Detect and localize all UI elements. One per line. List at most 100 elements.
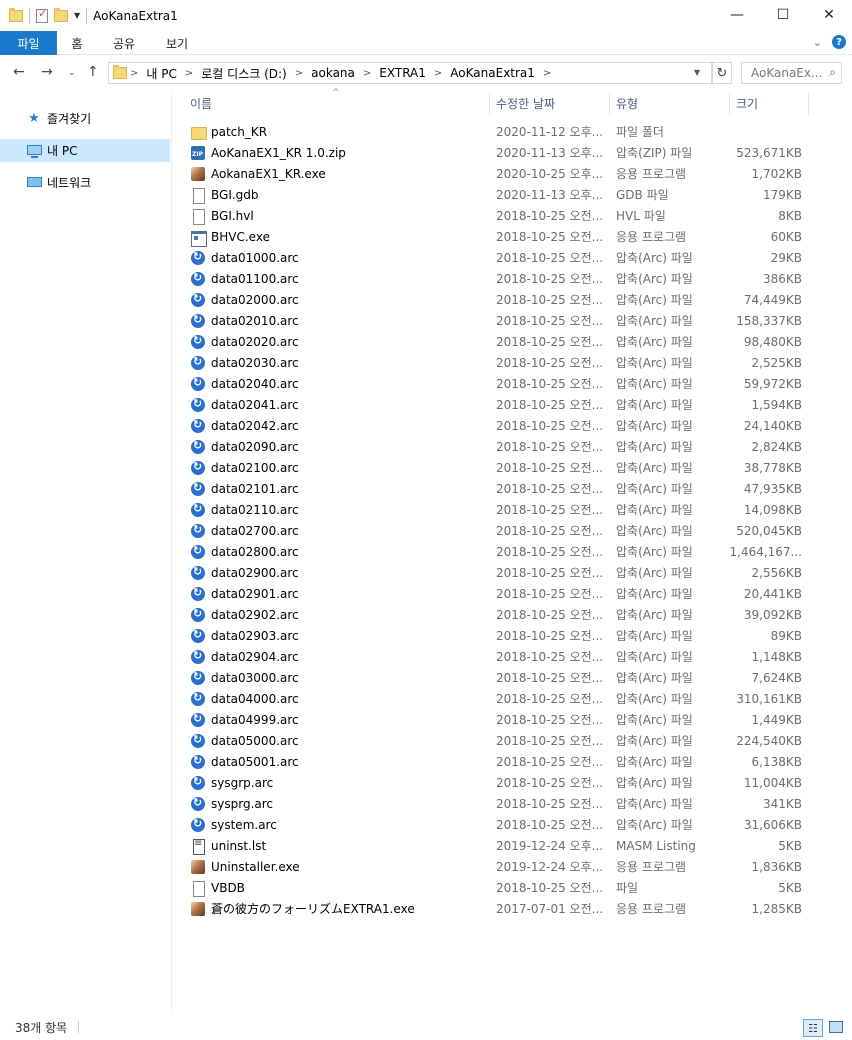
file-name: VBDB (211, 880, 245, 895)
file-row[interactable]: uninst.lst 2019-12-24 오후... MASM Listing 5K… (185, 835, 835, 856)
tab-file[interactable]: 파일 (0, 31, 57, 55)
file-name: AoKanaEX1_KR 1.0.zip (211, 145, 346, 160)
file-row[interactable]: data04000.arc 2018-10-25 오전... 압축(Arc) 파일 3… (185, 688, 835, 709)
file-row[interactable]: BGI.hvl 2018-10-25 오전... HVL 파일 8KB (185, 205, 835, 226)
breadcrumb-aokana[interactable]: aokana (311, 66, 355, 80)
chevron-right-icon[interactable]: > (130, 68, 138, 79)
breadcrumb-my-pc[interactable]: 내 PC (146, 65, 176, 82)
details-view-button[interactable]: ☷ (803, 1019, 823, 1037)
file-row[interactable]: data02110.arc 2018-10-25 오전... 압축(Arc) 파일 1… (185, 499, 835, 520)
file-row[interactable]: data02903.arc 2018-10-25 오전... 압축(Arc) 파일 8… (185, 625, 835, 646)
file-row[interactable]: data02040.arc 2018-10-25 오전... 압축(Arc) 파일 5… (185, 373, 835, 394)
file-row[interactable]: data02700.arc 2018-10-25 오전... 압축(Arc) 파일 5… (185, 520, 835, 541)
file-row[interactable]: data04999.arc 2018-10-25 오전... 압축(Arc) 파일 1… (185, 709, 835, 730)
status-divider (78, 1021, 79, 1033)
file-row[interactable]: data02090.arc 2018-10-25 오전... 압축(Arc) 파일 2… (185, 436, 835, 457)
address-bar[interactable]: > 내 PC > 로컬 디스크 (D:) > aokana > EXTRA1 >… (108, 62, 712, 84)
column-divider[interactable] (808, 93, 809, 115)
file-row[interactable]: data02101.arc 2018-10-25 오전... 압축(Arc) 파일 4… (185, 478, 835, 499)
breadcrumb-extra1[interactable]: EXTRA1 (379, 66, 426, 80)
file-size: 224,540KB (736, 733, 802, 748)
chevron-right-icon[interactable]: > (363, 68, 371, 79)
file-name: data02020.arc (211, 334, 299, 349)
file-name: data04999.arc (211, 712, 299, 727)
file-name: data02901.arc (211, 586, 299, 601)
refresh-button[interactable]: ↻ (712, 62, 732, 84)
arc-archive-icon (190, 523, 206, 539)
help-icon[interactable]: ? (832, 35, 846, 49)
file-date: 2020-11-13 오후... (496, 146, 604, 160)
file-row[interactable]: system.arc 2018-10-25 오전... 압축(Arc) 파일 31,6… (185, 814, 835, 835)
file-row[interactable]: data03000.arc 2018-10-25 오전... 압축(Arc) 파일 7… (185, 667, 835, 688)
column-header-name[interactable]: 이름 (190, 91, 212, 115)
file-name-cell: data02090.arc (190, 436, 299, 457)
file-row[interactable]: data02902.arc 2018-10-25 오전... 압축(Arc) 파일 3… (185, 604, 835, 625)
maximize-button[interactable]: ☐ (760, 0, 806, 30)
file-row[interactable]: data02042.arc 2018-10-25 오전... 압축(Arc) 파일 2… (185, 415, 835, 436)
file-row[interactable]: data02020.arc 2018-10-25 오전... 압축(Arc) 파일 9… (185, 331, 835, 352)
column-divider[interactable] (489, 93, 490, 115)
nav-item-network[interactable]: 네트워크 (0, 171, 170, 194)
file-row[interactable]: BGI.gdb 2020-11-13 오후... GDB 파일 179KB (185, 184, 835, 205)
chevron-right-icon[interactable]: > (543, 68, 551, 79)
column-header-date[interactable]: 수정한 날짜 (496, 91, 555, 115)
tab-home[interactable]: 홈 (57, 31, 97, 55)
nav-item-favorites[interactable]: ★ 즐겨찾기 (0, 107, 170, 130)
file-row[interactable]: patch_KR 2020-11-12 오후... 파일 폴더 (185, 121, 835, 142)
file-row[interactable]: data02030.arc 2018-10-25 오전... 압축(Arc) 파일 2… (185, 352, 835, 373)
column-header-type[interactable]: 유형 (616, 91, 638, 115)
recent-locations-chevron-icon[interactable]: ⌄ (68, 68, 76, 78)
file-row[interactable]: data02900.arc 2018-10-25 오전... 압축(Arc) 파일 2… (185, 562, 835, 583)
chevron-right-icon[interactable]: > (434, 68, 442, 79)
close-button[interactable]: ✕ (806, 0, 852, 30)
file-size: 60KB (770, 229, 802, 244)
folder-icon[interactable] (9, 7, 23, 22)
file-row[interactable]: data05000.arc 2018-10-25 오전... 압축(Arc) 파일 2… (185, 730, 835, 751)
file-row[interactable]: data05001.arc 2018-10-25 오전... 압축(Arc) 파일 6… (185, 751, 835, 772)
file-row[interactable]: data01100.arc 2018-10-25 오전... 압축(Arc) 파일 3… (185, 268, 835, 289)
search-input[interactable]: AoKanaEx... ⌕ (741, 62, 842, 84)
back-arrow-icon[interactable]: ← (13, 64, 25, 80)
file-row[interactable]: 蒼の彼方のフォーリズムEXTRA1.exe 2017-07-01 오전... 응용 … (185, 898, 835, 919)
customize-toolbar-icon[interactable]: ▼ (74, 11, 80, 20)
column-divider[interactable] (729, 93, 730, 115)
file-row[interactable]: VBDB 2018-10-25 오전... 파일 5KB (185, 877, 835, 898)
file-row[interactable]: sysgrp.arc 2018-10-25 오전... 압축(Arc) 파일 11,0… (185, 772, 835, 793)
file-row[interactable]: data02041.arc 2018-10-25 오전... 압축(Arc) 파일 1… (185, 394, 835, 415)
nav-item-my-pc[interactable]: 내 PC (0, 139, 170, 162)
file-row[interactable]: BHVC.exe 2018-10-25 오전... 응용 프로그램 60KB (185, 226, 835, 247)
file-type: 압축(Arc) 파일 (616, 797, 693, 811)
chevron-right-icon[interactable]: > (185, 68, 193, 79)
file-row[interactable]: data02010.arc 2018-10-25 오전... 압축(Arc) 파일 1… (185, 310, 835, 331)
minimize-button[interactable]: — (714, 0, 760, 30)
arc-archive-icon (190, 649, 206, 665)
file-row[interactable]: Uninstaller.exe 2019-12-24 오후... 응용 프로그램 1,… (185, 856, 835, 877)
properties-icon[interactable] (36, 7, 48, 23)
column-divider[interactable] (609, 93, 610, 115)
large-icons-view-button[interactable] (828, 1019, 844, 1035)
file-name: data02110.arc (211, 502, 299, 517)
file-row[interactable]: sysprg.arc 2018-10-25 오전... 압축(Arc) 파일 341K… (185, 793, 835, 814)
breadcrumb-local-disk[interactable]: 로컬 디스크 (D:) (201, 65, 286, 82)
breadcrumb-aokanaextra1[interactable]: AoKanaExtra1 (450, 66, 535, 80)
chevron-right-icon[interactable]: > (295, 68, 303, 79)
column-header-size[interactable]: 크기 (736, 91, 758, 115)
file-row[interactable]: data02100.arc 2018-10-25 오전... 압축(Arc) 파일 3… (185, 457, 835, 478)
file-date: 2019-12-24 오후... (496, 839, 604, 853)
file-row[interactable]: AoKanaEX1_KR 1.0.zip 2020-11-13 오후... 압축(Z… (185, 142, 835, 163)
file-row[interactable]: data02901.arc 2018-10-25 오전... 압축(Arc) 파일 2… (185, 583, 835, 604)
file-row[interactable]: data01000.arc 2018-10-25 오전... 압축(Arc) 파일 2… (185, 247, 835, 268)
file-row[interactable]: data02904.arc 2018-10-25 오전... 압축(Arc) 파일 1… (185, 646, 835, 667)
new-folder-icon[interactable] (54, 7, 68, 22)
file-row[interactable]: AokanaEX1_KR.exe 2020-10-25 오후... 응용 프로그램 1… (185, 163, 835, 184)
forward-arrow-icon[interactable]: → (41, 64, 53, 80)
arc-archive-icon (190, 754, 206, 770)
up-arrow-icon[interactable]: ↑ (87, 64, 99, 80)
tab-view[interactable]: 보기 (152, 31, 202, 55)
expand-ribbon-icon[interactable]: ⌄ (813, 36, 822, 49)
file-row[interactable]: data02800.arc 2018-10-25 오전... 압축(Arc) 파일 1… (185, 541, 835, 562)
file-name-cell: data02902.arc (190, 604, 299, 625)
address-dropdown-icon[interactable]: ▼ (694, 68, 700, 77)
tab-share[interactable]: 공유 (100, 31, 148, 55)
file-row[interactable]: data02000.arc 2018-10-25 오전... 압축(Arc) 파일 7… (185, 289, 835, 310)
